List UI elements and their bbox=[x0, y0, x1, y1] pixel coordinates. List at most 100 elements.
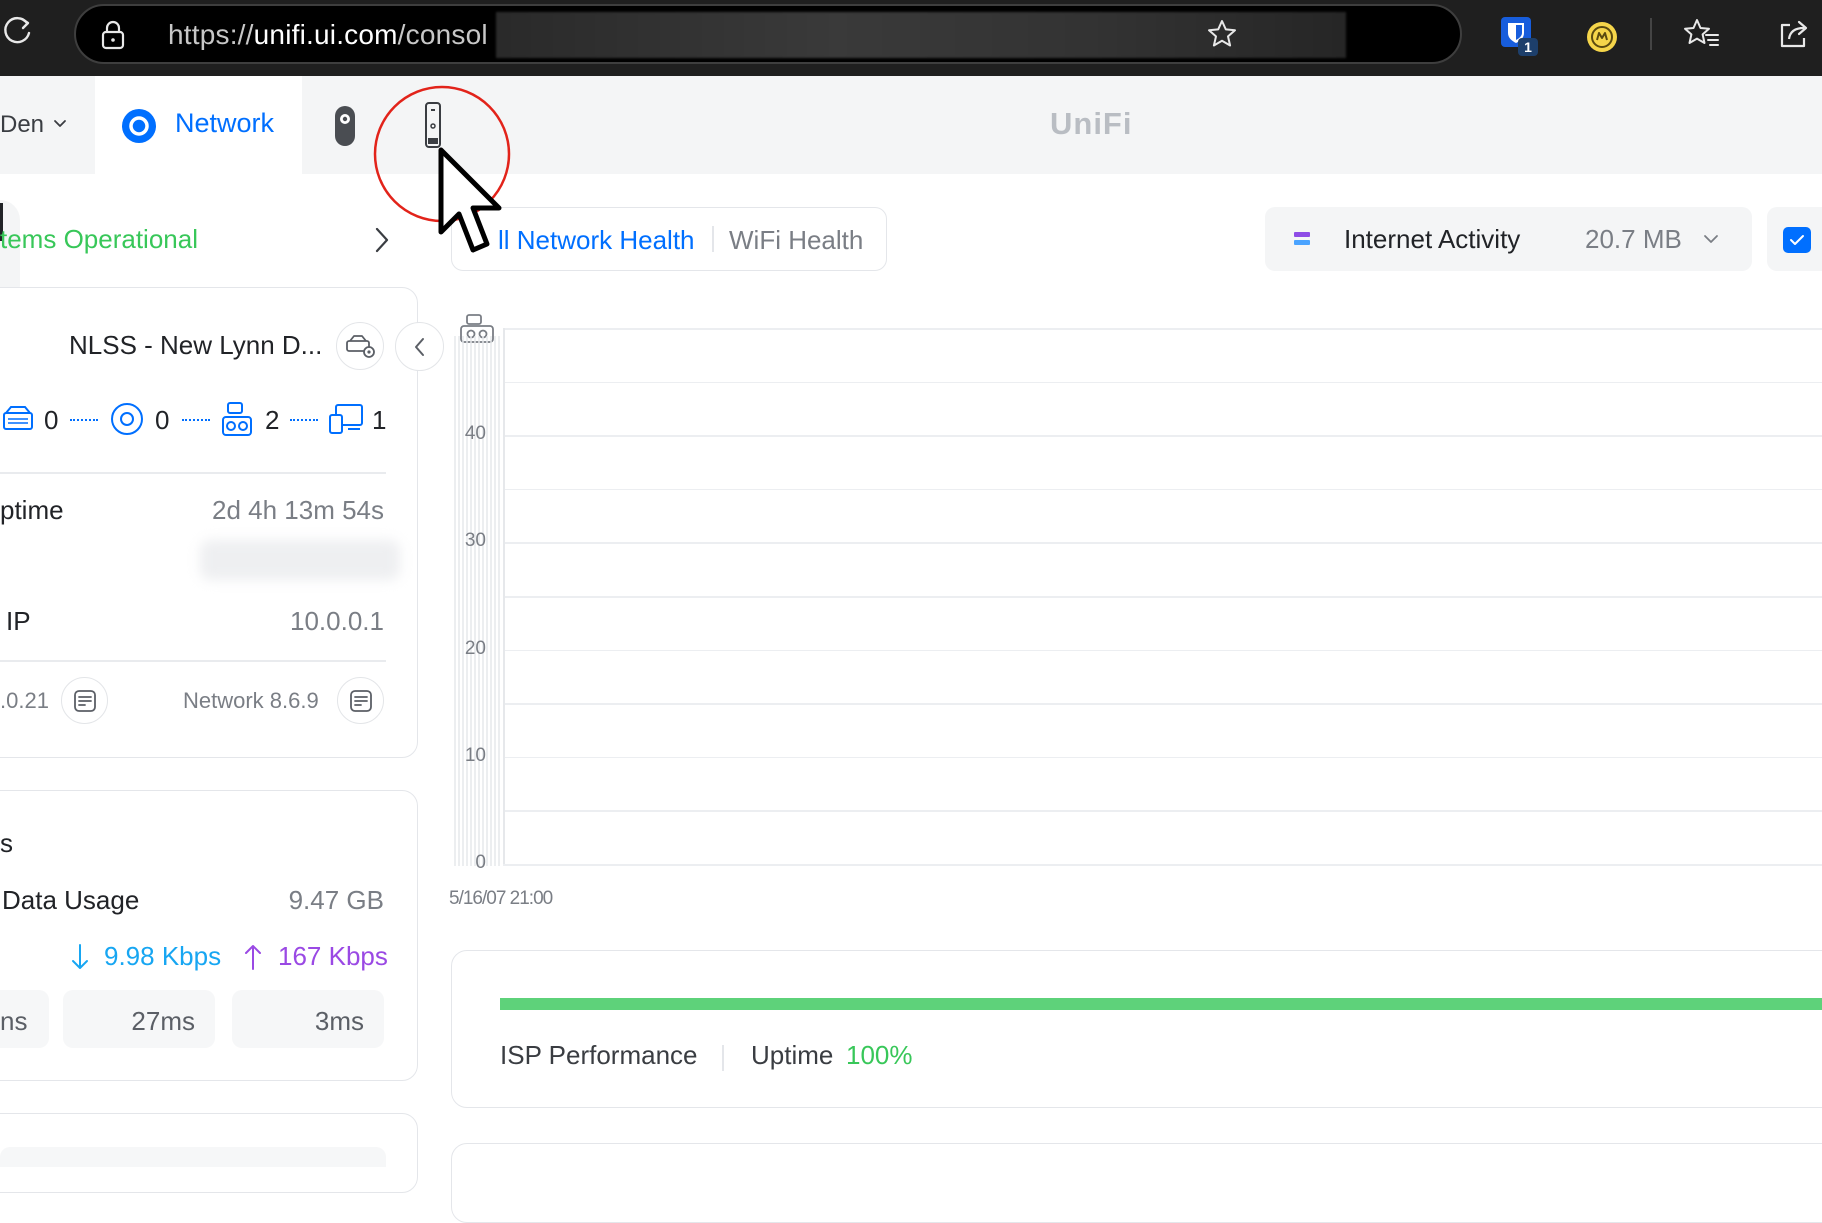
tab-divider bbox=[712, 226, 714, 252]
latency-value: 3ms bbox=[314, 1006, 364, 1036]
isp-divider bbox=[722, 1045, 724, 1071]
isp-performance-label: ISP Performance bbox=[500, 1040, 698, 1070]
unifi-logo: UniFi bbox=[1050, 106, 1133, 141]
chart-y-tick-label: 30 bbox=[464, 530, 486, 552]
share-icon[interactable] bbox=[1776, 16, 1812, 52]
chart-y-tick-label: 0 bbox=[475, 852, 486, 873]
latency-value: ns bbox=[0, 1006, 28, 1036]
browser-toolbar: https://unifi.ui.com/consol 1 bbox=[0, 0, 1822, 76]
upload-arrow-icon bbox=[245, 945, 261, 970]
password-extension-button[interactable]: 1 bbox=[1500, 16, 1538, 56]
chart-gridline bbox=[503, 703, 1822, 705]
divider bbox=[0, 472, 386, 474]
chevron-down-icon bbox=[1704, 235, 1718, 243]
uptime-label: ptime bbox=[0, 495, 64, 525]
chart-y-tick-label: 10 bbox=[464, 744, 486, 766]
link-dots bbox=[70, 419, 98, 421]
tab-network-label: Network bbox=[175, 108, 275, 138]
tab-network[interactable]: Network bbox=[95, 76, 302, 174]
gateway-device-icon bbox=[3, 406, 33, 430]
count-clients: 2 bbox=[265, 405, 280, 435]
access-point-icon bbox=[111, 403, 143, 435]
chart-toggle-box[interactable] bbox=[1767, 207, 1822, 271]
chart-gridline bbox=[503, 649, 1822, 652]
tab-all-network-health[interactable]: ll Network Health bbox=[498, 225, 695, 256]
checkbox[interactable] bbox=[1783, 227, 1811, 253]
latency-tile: 27ms bbox=[63, 990, 215, 1048]
isp-uptime-label: Uptime bbox=[751, 1040, 834, 1070]
protect-camera-app-icon[interactable] bbox=[330, 102, 360, 150]
reload-icon[interactable] bbox=[0, 14, 34, 48]
internet-activity-value: 20.7 MB bbox=[1585, 224, 1682, 254]
coin-extension-icon[interactable] bbox=[1585, 20, 1619, 54]
site-selector-label: Den bbox=[0, 111, 45, 138]
wan-card-title: s bbox=[0, 828, 13, 858]
divider bbox=[0, 660, 386, 662]
latency-tile: 3ms bbox=[232, 990, 384, 1048]
legend-download-swatch bbox=[1294, 240, 1310, 245]
collapse-sidebar-button[interactable] bbox=[395, 322, 444, 371]
download-rate: 9.98 Kbps bbox=[104, 941, 222, 971]
next-main-card bbox=[451, 1143, 1822, 1223]
network-notes-button[interactable] bbox=[337, 677, 384, 724]
release-notes-icon bbox=[74, 690, 96, 712]
chart-gridline bbox=[503, 596, 1822, 598]
legend-upload-swatch bbox=[1294, 232, 1310, 237]
data-usage-label: Data Usage bbox=[2, 885, 140, 915]
chart-y-tick-label: 40 bbox=[464, 423, 486, 445]
favorites-icon[interactable] bbox=[1682, 16, 1720, 52]
network-version: Network 8.6.9 bbox=[183, 688, 319, 713]
chart-gridline bbox=[503, 488, 1822, 491]
count-devices: 1 bbox=[372, 405, 387, 435]
chevron-right-icon[interactable] bbox=[372, 225, 392, 255]
link-dots bbox=[182, 419, 210, 421]
download-arrow-icon bbox=[72, 944, 88, 969]
gateway-gear-icon bbox=[346, 335, 375, 358]
internet-activity-label: Internet Activity bbox=[1344, 224, 1521, 254]
firmware-notes-button[interactable] bbox=[61, 677, 108, 724]
url-scheme: https:// bbox=[168, 19, 254, 50]
upload-rate: 167 Kbps bbox=[278, 941, 388, 971]
redacted-field bbox=[200, 540, 400, 580]
chevron-left-icon bbox=[415, 338, 424, 356]
chart-x-tick: 5/16/07 21:00 bbox=[449, 888, 553, 909]
ip-value: 10.0.0.1 bbox=[290, 606, 384, 636]
isp-uptime-value: 100% bbox=[846, 1040, 913, 1070]
toolbar-divider bbox=[1650, 18, 1652, 50]
chart-gridline bbox=[503, 542, 1822, 544]
gateway-name: NLSS - New Lynn D... bbox=[69, 330, 323, 360]
site-selector[interactable]: Den bbox=[0, 96, 80, 152]
mouse-cursor-icon bbox=[438, 147, 502, 253]
uptime-value: 2d 4h 13m 54s bbox=[211, 495, 384, 525]
latency-value: 27ms bbox=[131, 1006, 195, 1036]
url-host: unifi.ui.com bbox=[253, 19, 398, 50]
isp-performance-card bbox=[451, 950, 1822, 1108]
status-text: tems Operational bbox=[0, 224, 198, 254]
release-notes-icon bbox=[350, 690, 372, 712]
chart-y-axis-line bbox=[503, 328, 505, 864]
url-path: /consol bbox=[397, 19, 488, 50]
link-dots bbox=[290, 419, 318, 421]
count-gateways: 0 bbox=[44, 405, 59, 435]
ip-label: IP bbox=[6, 606, 31, 636]
chart-y-tick-label: 20 bbox=[464, 637, 486, 659]
isp-uptime-bar bbox=[500, 998, 1822, 1010]
url-text: https://unifi.ui.com/consol bbox=[168, 19, 488, 51]
chart-gridline bbox=[503, 756, 1822, 759]
tab-wifi-health[interactable]: WiFi Health bbox=[729, 225, 863, 256]
network-app-icon bbox=[122, 109, 156, 143]
internet-activity-selector[interactable]: Internet Activity 20.7 MB bbox=[1265, 207, 1752, 271]
data-usage-value: 9.47 GB bbox=[288, 885, 384, 915]
devices-icon bbox=[329, 404, 363, 434]
cameras-icon bbox=[222, 402, 252, 436]
check-icon bbox=[1790, 235, 1804, 245]
bookmark-star-icon[interactable] bbox=[1206, 18, 1238, 50]
chart-y-axis-band bbox=[454, 336, 500, 866]
address-bar[interactable]: https://unifi.ui.com/consol bbox=[74, 4, 1462, 64]
firmware-version: .0.21 bbox=[0, 688, 49, 713]
count-access-points: 0 bbox=[155, 405, 170, 435]
next-card-row bbox=[0, 1147, 386, 1167]
lock-icon[interactable] bbox=[100, 20, 126, 50]
gateway-settings-button[interactable] bbox=[336, 322, 384, 370]
chart-gridline bbox=[503, 435, 1822, 437]
